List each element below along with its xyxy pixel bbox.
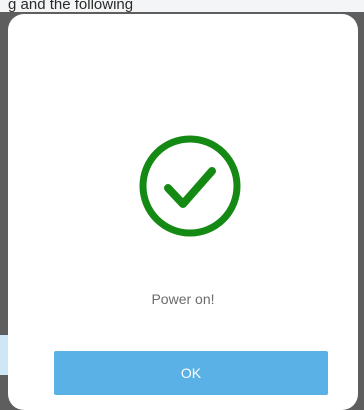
ok-button[interactable]: OK (54, 351, 328, 395)
dialog-message: Power on! (151, 291, 215, 307)
success-dialog: Power on! OK (8, 14, 358, 410)
checkmark-circle-icon (139, 135, 241, 237)
